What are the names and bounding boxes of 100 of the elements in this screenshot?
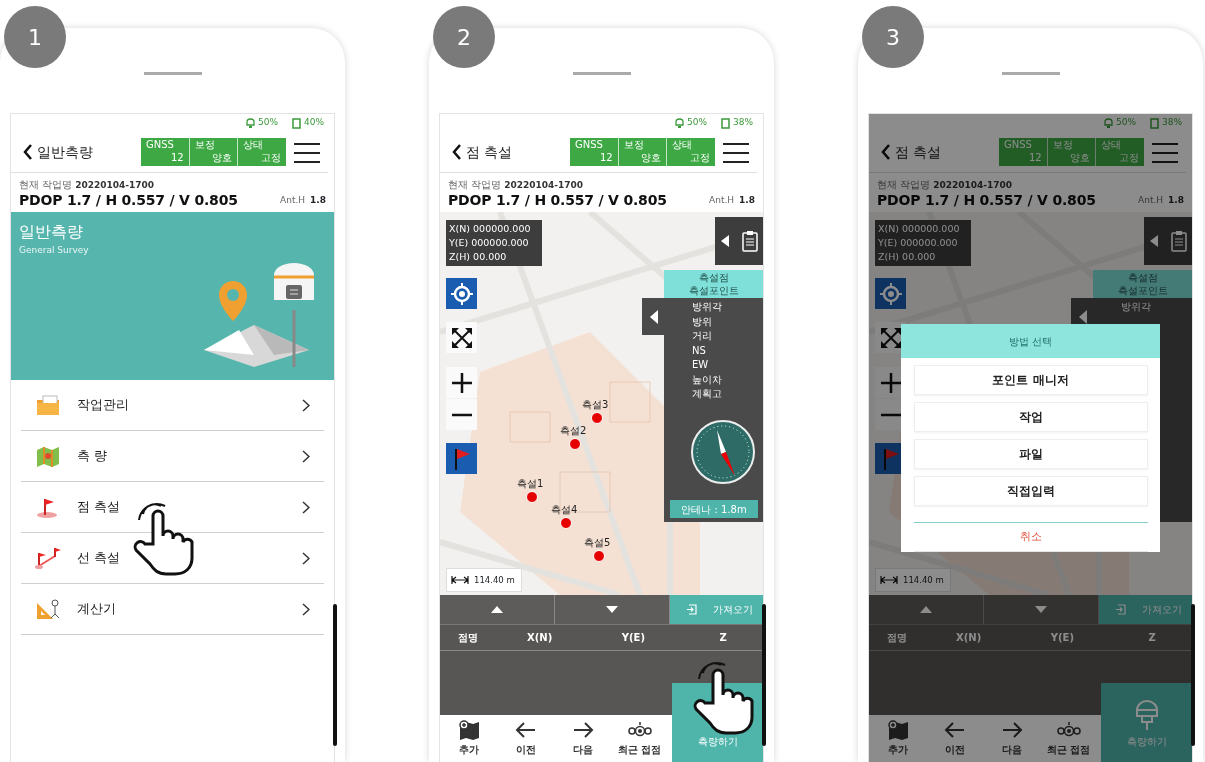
receiver-icon: [1103, 118, 1113, 128]
receiver-battery-level: 50%: [257, 116, 278, 130]
triangle-left-icon: [721, 235, 730, 247]
receiver-icon: [674, 118, 684, 128]
coordinate-text: X(N) 000000.000: [449, 222, 532, 236]
job-label: 현재 작업명: [448, 179, 502, 190]
expand-arrows-icon: [879, 326, 902, 349]
dialog-option[interactable]: 포인트 매니저: [913, 365, 1148, 395]
receiver-battery-level: 50%: [686, 116, 707, 130]
marker-label: 측설5: [584, 536, 611, 550]
locate-button[interactable]: [875, 278, 906, 309]
chevron-right-icon: [302, 602, 310, 616]
locate-button[interactable]: [446, 278, 477, 309]
chevron-right-icon: [302, 500, 310, 514]
import-icon: [1115, 604, 1126, 615]
column-header: Y(E): [620, 631, 646, 645]
antenna-height-label: Ant.H: [280, 193, 306, 207]
panel-row-label: 방위: [692, 315, 712, 328]
panel-row-label: 높이차: [692, 373, 722, 386]
speaker-slot: [143, 72, 202, 75]
back-chevron-icon: [452, 144, 462, 160]
triangle-up-icon: [491, 606, 503, 613]
flag-icon: [881, 447, 900, 470]
back-chevron-icon: [881, 144, 891, 160]
panel-row-label: 계획고: [692, 388, 722, 400]
fullscreen-button[interactable]: [446, 322, 477, 353]
menu-item-icon: [35, 546, 61, 570]
panel-toggle-button[interactable]: [715, 217, 763, 265]
column-header: X(N): [526, 631, 554, 645]
column-header: 점명: [885, 631, 908, 645]
back-button[interactable]: [881, 144, 891, 160]
zoom-in-button[interactable]: [446, 367, 477, 398]
menu-item[interactable]: 측 량: [21, 431, 324, 482]
chevron-right-icon: [302, 449, 310, 463]
job-name: 20220104-1700: [504, 180, 584, 190]
menu-item-icon: [35, 393, 61, 417]
menu-button[interactable]: [723, 140, 749, 164]
zoom-out-button[interactable]: [446, 399, 477, 430]
panel-title: 측설점: [698, 271, 730, 284]
dialog-title: 방법 선택: [901, 324, 1160, 358]
triangle-left-icon: [1150, 235, 1159, 247]
coordinate-text: X(N) 000000.000: [878, 222, 961, 236]
dialog-option[interactable]: 파일: [913, 439, 1148, 469]
job-name: 20220104-1700: [933, 180, 1013, 190]
column-header: 점명: [456, 631, 479, 645]
job-label: 현재 작업명: [19, 179, 73, 190]
back-button[interactable]: [452, 144, 462, 160]
column-header: X(N): [955, 631, 983, 645]
status-label: 상태: [1101, 139, 1123, 150]
antenna-height-value: 1.8: [310, 193, 326, 207]
dop-readout: PDOP 1.7 / H 0.557 / V 0.805: [877, 191, 1096, 209]
back-chevron-icon: [23, 144, 33, 160]
screen-title: 점 측설: [466, 142, 513, 162]
menu-icon: [723, 141, 749, 164]
panel-row-label: 거리: [692, 330, 712, 342]
minus-icon: [451, 412, 472, 417]
antenna-height-value: 1.8: [1168, 193, 1184, 207]
menu-icon: [294, 141, 320, 164]
job-label: 현재 작업명: [877, 179, 931, 190]
menu-item-icon: [35, 444, 61, 468]
dialog-option[interactable]: 직접입력: [913, 476, 1148, 506]
status-label: 보정: [1052, 139, 1074, 150]
panel-row-label: 방위각: [1121, 301, 1151, 313]
status-label: 상태: [672, 139, 694, 150]
scale-bar: 114.40 m: [875, 568, 951, 592]
status-value: 고정: [689, 151, 710, 165]
back-button[interactable]: [23, 144, 33, 160]
phone-battery-level: 40%: [304, 116, 324, 130]
receiver-battery-level: 50%: [1115, 116, 1136, 130]
status-value: 양호: [1069, 151, 1091, 165]
step-number-badge: 1: [4, 6, 66, 68]
panel-collapse-button[interactable]: [642, 298, 666, 335]
cancel-button[interactable]: 취소: [913, 522, 1148, 552]
panel-subtitle: 측설포인트: [688, 284, 740, 297]
status-value: 양호: [640, 151, 662, 165]
panel-toggle-button[interactable]: [1144, 217, 1192, 265]
triangle-left-icon: [650, 309, 658, 324]
scale-arrow-icon: [880, 576, 898, 584]
plus-icon: [880, 372, 901, 393]
target-icon: [879, 282, 902, 305]
banner-title: 일반측량: [19, 221, 84, 243]
column-header: Z: [1147, 631, 1157, 645]
antenna-height-label: Ant.H: [709, 193, 735, 207]
dialog-option[interactable]: 작업: [913, 402, 1148, 432]
menu-button[interactable]: [294, 140, 320, 164]
marker-label: 측설2: [560, 424, 587, 438]
panel-subtitle: 측설포인트: [1117, 284, 1169, 297]
menu-item[interactable]: 선 측설: [21, 533, 324, 584]
panel-title: 측설점: [1127, 271, 1159, 284]
clipboard-icon: [741, 230, 758, 252]
menu-item[interactable]: 계산기: [21, 584, 324, 635]
menu-item[interactable]: 작업관리: [21, 380, 324, 431]
screen-title: 점 측설: [895, 142, 942, 162]
status-label: GNSS: [146, 139, 175, 150]
status-value: 고정: [1118, 151, 1139, 165]
triangle-down-icon: [1035, 606, 1047, 613]
status-label: 보정: [194, 139, 216, 150]
status-value: 12: [1027, 151, 1042, 165]
menu-item[interactable]: 점 측설: [21, 482, 324, 533]
phone-battery-level: 38%: [733, 116, 753, 130]
